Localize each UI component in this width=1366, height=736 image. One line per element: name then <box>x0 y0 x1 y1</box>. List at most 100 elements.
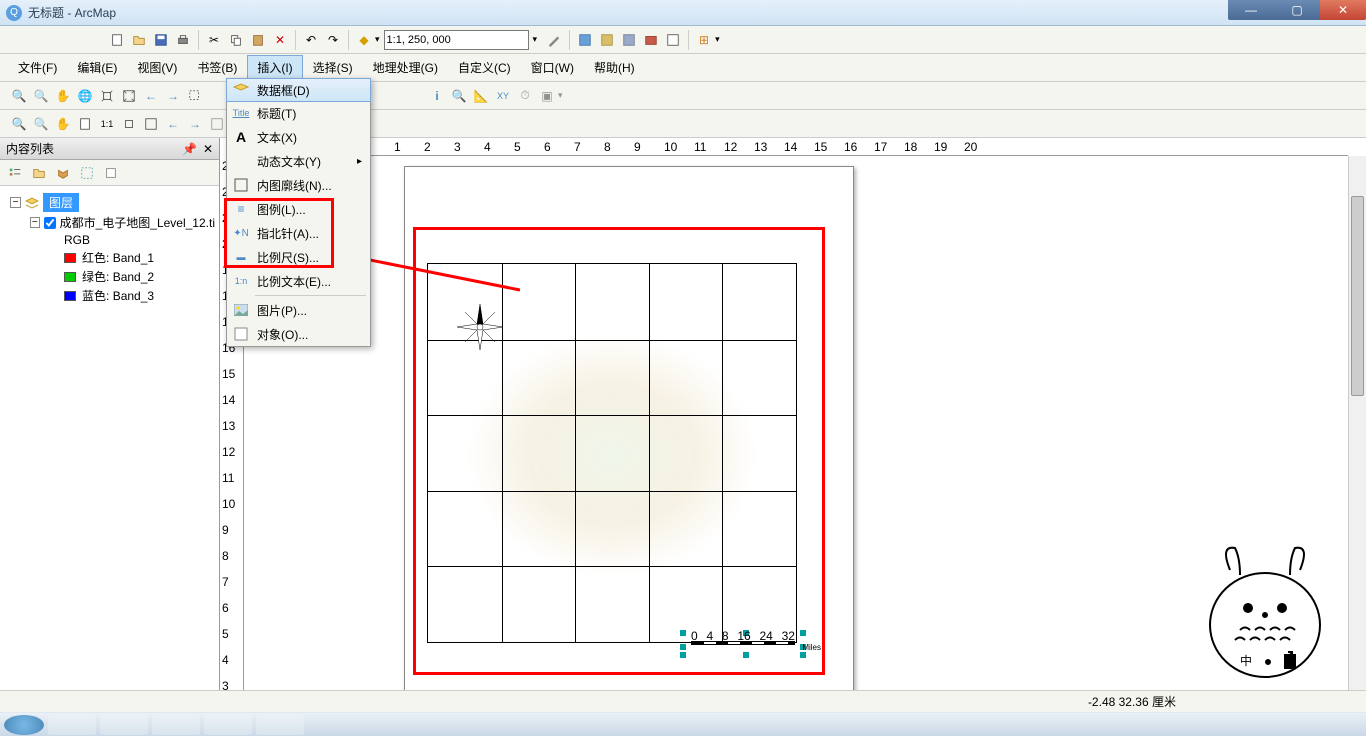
layout-canvas[interactable]: 048 162432 Miles <box>244 156 1348 690</box>
menu-file[interactable]: 文件(F) <box>8 55 67 80</box>
toc-options-icon[interactable] <box>101 163 121 183</box>
arctoolbox-icon[interactable] <box>641 30 661 50</box>
list-by-drawing-icon[interactable] <box>5 163 25 183</box>
collapse-icon[interactable]: − <box>10 197 21 208</box>
menu-bookmark[interactable]: 书签(B) <box>187 55 247 80</box>
menu-item-dataframe[interactable]: 数据框(D) <box>226 78 371 102</box>
maximize-button[interactable]: ▢ <box>1274 0 1320 20</box>
menu-item-text[interactable]: A 文本(X) <box>227 125 370 149</box>
menu-item-neatline[interactable]: 内图廓线(N)... <box>227 173 370 197</box>
north-arrow[interactable] <box>455 302 505 352</box>
taskbar-item[interactable] <box>100 715 148 735</box>
new-icon[interactable] <box>107 30 127 50</box>
layout-zoom-out-icon[interactable]: 🔍 <box>31 114 51 134</box>
menu-item-legend[interactable]: ≡ 图例(L)... <box>227 197 370 221</box>
tree-layers-root[interactable]: − 图层 <box>4 192 215 213</box>
layout-view: 1234567891011121314151617181920 23222120… <box>220 138 1366 708</box>
toggle-draft-icon[interactable] <box>207 114 227 134</box>
layout-zoom-in-icon[interactable]: 🔍 <box>9 114 29 134</box>
zoom-out-icon[interactable]: 🔍 <box>31 86 51 106</box>
vertical-scrollbar[interactable] <box>1348 156 1366 690</box>
menu-item-object[interactable]: 对象(O)... <box>227 322 370 346</box>
layout-fixed-zoom-out-icon[interactable] <box>141 114 161 134</box>
toc-icon[interactable] <box>575 30 595 50</box>
paste-icon[interactable] <box>248 30 268 50</box>
menu-item-scalebar[interactable]: ▬ 比例尺(S)... <box>227 245 370 269</box>
print-icon[interactable] <box>173 30 193 50</box>
menu-item-dynamic-text[interactable]: 动态文本(Y) ▸ <box>227 149 370 173</box>
list-by-visibility-icon[interactable] <box>53 163 73 183</box>
editor-toolbar-icon[interactable] <box>544 30 564 50</box>
menu-item-scaletext[interactable]: 1:n 比例文本(E)... <box>227 269 370 293</box>
page: 048 162432 Miles <box>404 166 854 690</box>
save-icon[interactable] <box>151 30 171 50</box>
layout-forward-icon[interactable]: → <box>185 114 205 134</box>
minimize-button[interactable]: — <box>1228 0 1274 20</box>
model-builder-icon[interactable]: ⊞ <box>694 30 714 50</box>
identify-icon[interactable]: i <box>427 86 447 106</box>
xy-icon[interactable]: XY <box>493 86 513 106</box>
redo-icon[interactable]: ↷ <box>323 30 343 50</box>
search-window-icon[interactable] <box>619 30 639 50</box>
taskbar-item[interactable] <box>204 715 252 735</box>
menu-help[interactable]: 帮助(H) <box>584 55 645 80</box>
back-icon[interactable]: ← <box>141 86 161 106</box>
taskbar-item[interactable] <box>152 715 200 735</box>
select-features-icon[interactable] <box>185 86 205 106</box>
menu-select[interactable]: 选择(S) <box>303 55 363 80</box>
viewer-window-icon[interactable]: ▣ <box>537 86 557 106</box>
add-data-icon[interactable]: ◆ <box>354 30 374 50</box>
layout-pan-icon[interactable]: ✋ <box>53 114 73 134</box>
menu-item-picture[interactable]: 图片(P)... <box>227 298 370 322</box>
menu-insert[interactable]: 插入(I) <box>247 55 302 80</box>
menu-window[interactable]: 窗口(W) <box>521 55 584 80</box>
fixed-zoom-in-icon[interactable] <box>97 86 117 106</box>
find-icon[interactable]: 🔍 <box>449 86 469 106</box>
toc-title: 内容列表 <box>6 140 54 157</box>
layout-back-icon[interactable]: ← <box>163 114 183 134</box>
copy-icon[interactable] <box>226 30 246 50</box>
menu-view[interactable]: 视图(V) <box>127 55 187 80</box>
list-by-source-icon[interactable] <box>29 163 49 183</box>
zoom-in-icon[interactable]: 🔍 <box>9 86 29 106</box>
taskbar-item[interactable] <box>4 715 44 735</box>
full-extent-icon[interactable]: 🌐 <box>75 86 95 106</box>
scale-input[interactable] <box>384 30 529 50</box>
layer-name: 成都市_电子地图_Level_12.ti <box>60 214 215 231</box>
menu-edit[interactable]: 编辑(E) <box>67 55 127 80</box>
menu-customize[interactable]: 自定义(C) <box>448 55 521 80</box>
layout-toolbar: 🔍 🔍 ✋ 1:1 ← → <box>0 110 1366 138</box>
list-by-selection-icon[interactable] <box>77 163 97 183</box>
fixed-zoom-out-icon[interactable] <box>119 86 139 106</box>
band-b-label: 蓝色: <box>82 287 109 304</box>
menu-item-title[interactable]: Title 标题(T) <box>227 101 370 125</box>
catalog-icon[interactable] <box>597 30 617 50</box>
taskbar-item[interactable] <box>256 715 304 735</box>
collapse-icon[interactable]: − <box>30 217 40 228</box>
dataframe-icon <box>231 82 251 98</box>
taskbar-item[interactable] <box>48 715 96 735</box>
menu-item-north-arrow[interactable]: ✦N 指北针(A)... <box>227 221 370 245</box>
tree-layer-item[interactable]: − 成都市_电子地图_Level_12.ti <box>4 213 215 232</box>
delete-icon[interactable]: ✕ <box>270 30 290 50</box>
zoom-whole-page-icon[interactable] <box>75 114 95 134</box>
forward-icon[interactable]: → <box>163 86 183 106</box>
python-icon[interactable] <box>663 30 683 50</box>
time-slider-icon[interactable]: ⏱ <box>515 86 535 106</box>
menu-geoprocessing[interactable]: 地理处理(G) <box>363 55 448 80</box>
measure-icon[interactable]: 📐 <box>471 86 491 106</box>
open-icon[interactable] <box>129 30 149 50</box>
zoom-100-icon[interactable]: 1:1 <box>97 114 117 134</box>
layer-visibility-checkbox[interactable] <box>44 217 56 229</box>
green-swatch <box>64 272 76 282</box>
undo-icon[interactable]: ↶ <box>301 30 321 50</box>
close-button[interactable]: ✕ <box>1320 0 1366 20</box>
scale-bar[interactable]: 048 162432 Miles <box>683 633 803 655</box>
blue-swatch <box>64 291 76 301</box>
toc-close-icon[interactable]: ✕ <box>203 142 213 156</box>
cut-icon[interactable]: ✂ <box>204 30 224 50</box>
pan-icon[interactable]: ✋ <box>53 86 73 106</box>
pin-icon[interactable]: 📌 <box>182 142 197 156</box>
layout-fixed-zoom-in-icon[interactable] <box>119 114 139 134</box>
legend-icon: ≡ <box>231 201 251 217</box>
